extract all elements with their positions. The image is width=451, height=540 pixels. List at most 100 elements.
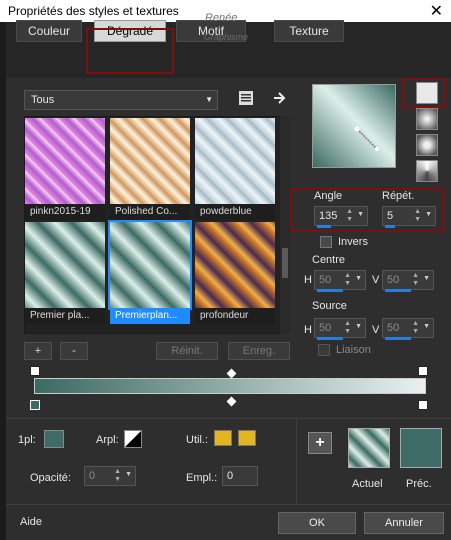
gradient-preview[interactable] xyxy=(312,84,396,168)
gradient-thumb[interactable]: pinkn2015-19 xyxy=(25,118,105,220)
source-label: Source xyxy=(312,300,347,312)
spin-arrows-icon[interactable]: ▲ ▼ xyxy=(344,272,351,288)
tab-color[interactable]: Couleur xyxy=(16,20,82,42)
gradient-thumb-selected[interactable]: Premierplan... xyxy=(108,220,192,324)
repeat-value: 5 xyxy=(387,210,394,222)
chevron-down-icon[interactable]: ▼ xyxy=(357,211,364,218)
link-label: Liaison xyxy=(336,344,371,356)
current-label: Actuel xyxy=(352,478,383,490)
arrange-label: Arpl: xyxy=(96,434,119,446)
color-stop-marker[interactable] xyxy=(418,366,428,376)
position-field[interactable]: 0 xyxy=(222,466,258,486)
position-label: Empl.: xyxy=(186,472,218,484)
angle-handle-icon xyxy=(354,126,379,151)
chevron-down-icon: ▼ xyxy=(205,95,213,104)
cancel-button[interactable]: Annuler xyxy=(364,512,444,534)
arrow-right-icon[interactable] xyxy=(272,90,288,106)
divider xyxy=(296,418,297,504)
center-h-spinner[interactable]: 50 ▲ ▼ ▼ xyxy=(314,270,366,292)
opacity-value: 0 xyxy=(89,470,96,482)
spin-arrows-icon[interactable]: ▲ ▼ xyxy=(412,272,419,288)
repeat-slider-bar[interactable] xyxy=(385,225,395,228)
center-h-slider-bar[interactable] xyxy=(317,289,343,292)
window-title: Propriétés des styles et textures xyxy=(8,4,179,18)
rectangular-style-icon[interactable] xyxy=(416,108,438,130)
opacity-label: Opacité: xyxy=(30,472,71,484)
invert-checkbox[interactable] xyxy=(320,236,332,248)
category-dropdown[interactable]: Tous ▼ xyxy=(24,90,218,110)
remove-gradient-button[interactable]: - xyxy=(60,342,88,360)
chevron-down-icon[interactable]: ▼ xyxy=(423,323,430,330)
gradient-caption: Premierplan... xyxy=(110,308,190,324)
invert-label: Invers xyxy=(338,236,368,248)
angle-spinner[interactable]: 135 ▲ ▼ ▼ xyxy=(314,206,368,228)
use-label: Util.: xyxy=(186,434,208,446)
source-h-value: 50 xyxy=(319,322,332,334)
gradient-caption: profondeur xyxy=(195,308,275,324)
sunburst-style-icon[interactable] xyxy=(416,160,438,182)
position-value: 0 xyxy=(227,470,234,482)
divider xyxy=(6,418,451,419)
chevron-down-icon[interactable]: ▼ xyxy=(425,211,432,218)
color-stop-marker[interactable] xyxy=(30,400,40,410)
color-stop-marker[interactable] xyxy=(30,366,40,376)
source-h-label: H xyxy=(304,324,312,336)
add-swatch-button[interactable]: + xyxy=(308,432,332,454)
tab-texture[interactable]: Texture xyxy=(274,20,344,42)
stop-color-swatch[interactable] xyxy=(44,430,64,448)
gradient-swatch xyxy=(25,118,105,204)
current-swatch[interactable] xyxy=(348,428,390,468)
chevron-down-icon[interactable]: ▼ xyxy=(423,275,430,282)
spin-arrows-icon[interactable]: ▲ ▼ xyxy=(346,208,353,224)
center-v-slider-bar[interactable] xyxy=(385,289,411,292)
chevron-down-icon[interactable]: ▼ xyxy=(125,471,132,478)
source-v-value: 50 xyxy=(387,322,400,334)
chevron-down-icon[interactable]: ▼ xyxy=(355,323,362,330)
source-v-spinner[interactable]: 50 ▲ ▼ ▼ xyxy=(382,318,434,340)
save-gradient-button[interactable]: Enreg. xyxy=(228,342,290,360)
source-h-slider-bar[interactable] xyxy=(317,337,343,340)
opacity-spinner[interactable]: 0 ▲ ▼ ▼ xyxy=(84,466,136,486)
linear-style-icon[interactable] xyxy=(416,82,438,104)
gradient-caption: Polished Co... xyxy=(110,204,190,220)
ok-button[interactable]: OK xyxy=(278,512,356,534)
gradient-caption: pinkn2015-19 xyxy=(25,204,105,220)
gallery-scrollbar[interactable] xyxy=(280,116,290,334)
radial-style-icon[interactable] xyxy=(416,134,438,156)
chevron-down-icon[interactable]: ▼ xyxy=(355,275,362,282)
transparency-icon[interactable] xyxy=(124,430,142,448)
gradient-thumb[interactable]: powderblue xyxy=(195,118,275,220)
previous-swatch[interactable] xyxy=(400,428,442,468)
use-color-swatch[interactable] xyxy=(214,430,232,446)
link-checkbox[interactable] xyxy=(318,344,330,356)
close-icon[interactable]: ✕ xyxy=(430,1,443,21)
source-h-spinner[interactable]: 50 ▲ ▼ ▼ xyxy=(314,318,366,340)
source-v-slider-bar[interactable] xyxy=(385,337,411,340)
gradient-thumb[interactable]: profondeur xyxy=(195,222,275,324)
angle-slider-bar[interactable] xyxy=(317,225,331,228)
angle-value: 135 xyxy=(319,210,338,222)
gradient-thumb[interactable]: Polished Co... xyxy=(110,118,190,220)
gradient-thumb[interactable]: Premier pla... xyxy=(25,222,105,324)
color-stop-marker[interactable] xyxy=(418,400,428,410)
reset-button[interactable]: Réinit. xyxy=(156,342,218,360)
gradient-swatch xyxy=(195,222,275,308)
scrollbar-thumb[interactable] xyxy=(282,248,288,278)
help-link[interactable]: Aide xyxy=(20,516,42,528)
use-color-swatch[interactable] xyxy=(238,430,256,446)
spin-arrows-icon[interactable]: ▲ ▼ xyxy=(414,208,421,224)
gradient-swatch xyxy=(110,118,190,204)
center-v-spinner[interactable]: 50 ▲ ▼ ▼ xyxy=(382,270,434,292)
gradient-caption: Premier pla... xyxy=(25,308,105,324)
spin-arrows-icon[interactable]: ▲ ▼ xyxy=(412,320,419,336)
add-gradient-button[interactable]: + xyxy=(24,342,52,360)
gradient-swatch xyxy=(108,220,192,310)
repeat-spinner[interactable]: 5 ▲ ▼ ▼ xyxy=(382,206,436,228)
watermark-subtext: Graphisme xyxy=(204,32,249,42)
spin-arrows-icon[interactable]: ▲ ▼ xyxy=(344,320,351,336)
list-view-icon[interactable] xyxy=(238,90,254,106)
previous-label: Préc. xyxy=(406,478,432,490)
spin-arrows-icon[interactable]: ▲ ▼ xyxy=(114,468,121,484)
gradient-editor-bar[interactable] xyxy=(34,378,426,394)
center-label: Centre xyxy=(312,254,346,266)
